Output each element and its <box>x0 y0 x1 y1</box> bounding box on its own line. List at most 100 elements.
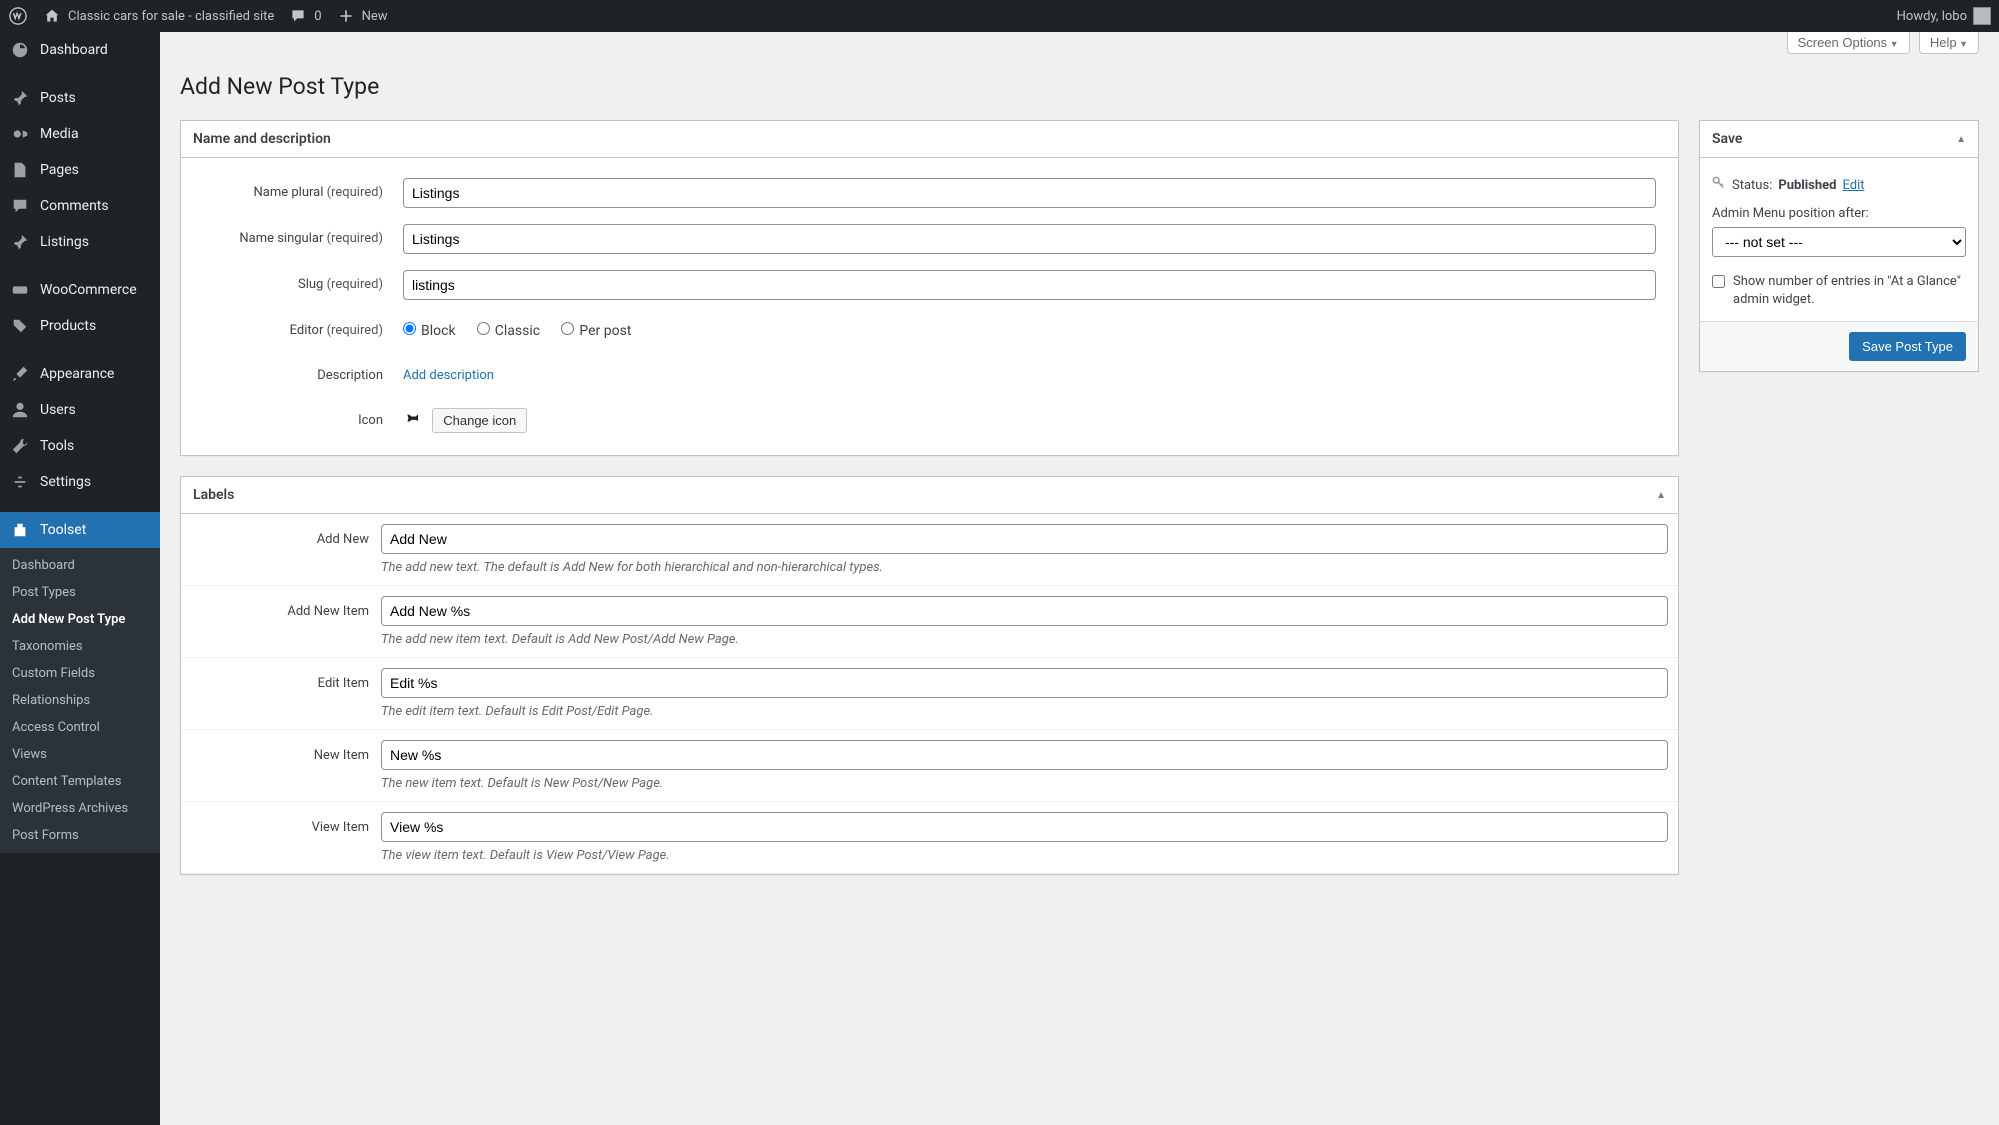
menu-products[interactable]: Products <box>0 308 160 344</box>
label-row-input[interactable] <box>381 668 1668 698</box>
at-a-glance-checkbox[interactable]: Show number of entries in "At a Glance" … <box>1712 273 1966 309</box>
page-title: Add New Post Type <box>180 64 1979 120</box>
label-row: New ItemThe new item text. Default is Ne… <box>181 730 1678 802</box>
label-row-label: Edit Item <box>181 658 381 730</box>
site-link[interactable]: Classic cars for sale - classified site <box>42 6 274 26</box>
status-line: Status: Published Edit <box>1712 170 1966 206</box>
editor-label: Editor (required) <box>193 308 393 353</box>
woo-icon <box>10 280 30 300</box>
menu-media[interactable]: Media <box>0 116 160 152</box>
user-icon <box>10 400 30 420</box>
name-description-heading: Name and description <box>181 121 1678 158</box>
editor-classic-radio[interactable]: Classic <box>477 323 540 339</box>
submenu-views[interactable]: Views <box>0 741 160 768</box>
screen-options-button[interactable]: Screen Options <box>1787 32 1910 54</box>
submenu-post-types[interactable]: Post Types <box>0 579 160 606</box>
comment-icon <box>10 196 30 216</box>
submenu-add-new-post-type[interactable]: Add New Post Type <box>0 606 160 633</box>
page-icon <box>10 160 30 180</box>
label-row-label: Add New Item <box>181 586 381 658</box>
home-icon <box>42 6 62 26</box>
pin-icon <box>10 232 30 252</box>
menu-users[interactable]: Users <box>0 392 160 428</box>
name-singular-input[interactable] <box>403 224 1656 254</box>
editor-options: Block Classic Per post <box>393 308 1666 353</box>
icon-label: Icon <box>193 398 393 443</box>
label-row-help: The add new text. The default is Add New… <box>381 560 1668 575</box>
menu-position-label: Admin Menu position after: <box>1712 206 1966 221</box>
brush-icon <box>10 364 30 384</box>
submenu-wp-archives[interactable]: WordPress Archives <box>0 795 160 822</box>
status-edit-link[interactable]: Edit <box>1842 178 1864 193</box>
menu-woocommerce[interactable]: WooCommerce <box>0 272 160 308</box>
save-post-type-button[interactable]: Save Post Type <box>1849 332 1966 361</box>
label-row: Add New ItemThe add new item text. Defau… <box>181 586 1678 658</box>
editor-perpost-radio[interactable]: Per post <box>561 323 631 339</box>
pin-icon <box>10 88 30 108</box>
menu-tools[interactable]: Tools <box>0 428 160 464</box>
change-icon-button[interactable]: Change icon <box>432 408 527 433</box>
site-title: Classic cars for sale - classified site <box>68 9 274 24</box>
label-row-input[interactable] <box>381 596 1668 626</box>
current-icon-preview <box>398 406 423 431</box>
status-value: Published <box>1778 178 1836 193</box>
label-row: Edit ItemThe edit item text. Default is … <box>181 658 1678 730</box>
label-row-input[interactable] <box>381 812 1668 842</box>
submenu-relationships[interactable]: Relationships <box>0 687 160 714</box>
comments-link[interactable]: 0 <box>288 6 321 26</box>
slug-label: Slug (required) <box>193 262 393 308</box>
key-icon <box>1712 176 1726 194</box>
editor-block-radio[interactable]: Block <box>403 323 456 339</box>
submenu-post-forms[interactable]: Post Forms <box>0 822 160 849</box>
menu-pages[interactable]: Pages <box>0 152 160 188</box>
label-row-label: Add New <box>181 514 381 586</box>
menu-appearance[interactable]: Appearance <box>0 356 160 392</box>
menu-toolset[interactable]: Toolset <box>0 512 160 548</box>
media-icon <box>10 124 30 144</box>
howdy-text: Howdy, lobo <box>1897 9 1967 24</box>
admin-menu: Dashboard Posts Media Pages Comments Lis… <box>0 32 160 1125</box>
submenu-content-templates[interactable]: Content Templates <box>0 768 160 795</box>
menu-settings[interactable]: Settings <box>0 464 160 500</box>
submenu-access-control[interactable]: Access Control <box>0 714 160 741</box>
name-singular-label: Name singular (required) <box>193 216 393 262</box>
save-toggle[interactable]: ▲ <box>1956 134 1966 145</box>
wp-logo[interactable] <box>8 6 28 26</box>
label-row-label: New Item <box>181 730 381 802</box>
label-row: View ItemThe view item text. Default is … <box>181 802 1678 874</box>
comments-count: 0 <box>314 9 321 24</box>
label-row-input[interactable] <box>381 524 1668 554</box>
menu-position-select[interactable]: --- not set --- <box>1712 227 1966 257</box>
menu-posts[interactable]: Posts <box>0 80 160 116</box>
submenu-dashboard[interactable]: Dashboard <box>0 552 160 579</box>
avatar <box>1973 7 1991 25</box>
name-plural-input[interactable] <box>403 178 1656 208</box>
status-label: Status: <box>1732 178 1772 193</box>
submenu-custom-fields[interactable]: Custom Fields <box>0 660 160 687</box>
help-button[interactable]: Help <box>1919 32 1979 54</box>
settings-icon <box>10 472 30 492</box>
new-label: New <box>362 9 388 24</box>
toolset-icon <box>10 520 30 540</box>
name-plural-label: Name plural (required) <box>193 170 393 216</box>
menu-dashboard[interactable]: Dashboard <box>0 32 160 68</box>
submenu-taxonomies[interactable]: Taxonomies <box>0 633 160 660</box>
plus-icon <box>336 6 356 26</box>
comment-icon <box>288 6 308 26</box>
add-description-link[interactable]: Add description <box>403 368 494 383</box>
howdy-link[interactable]: Howdy, lobo <box>1897 7 1991 25</box>
new-link[interactable]: New <box>336 6 388 26</box>
label-row-input[interactable] <box>381 740 1668 770</box>
labels-heading: Labels▲ <box>181 477 1678 514</box>
name-description-box: Name and description Name plural (requir… <box>180 120 1679 456</box>
save-heading: Save▲ <box>1700 121 1978 158</box>
save-box: Save▲ Status: Published Edit Admin Menu … <box>1699 120 1979 372</box>
menu-comments[interactable]: Comments <box>0 188 160 224</box>
label-row-help: The view item text. Default is View Post… <box>381 848 1668 863</box>
label-row: Add NewThe add new text. The default is … <box>181 514 1678 586</box>
menu-listings[interactable]: Listings <box>0 224 160 260</box>
slug-input[interactable] <box>403 270 1656 300</box>
products-icon <box>10 316 30 336</box>
label-row-help: The edit item text. Default is Edit Post… <box>381 704 1668 719</box>
labels-toggle[interactable]: ▲ <box>1656 490 1666 501</box>
